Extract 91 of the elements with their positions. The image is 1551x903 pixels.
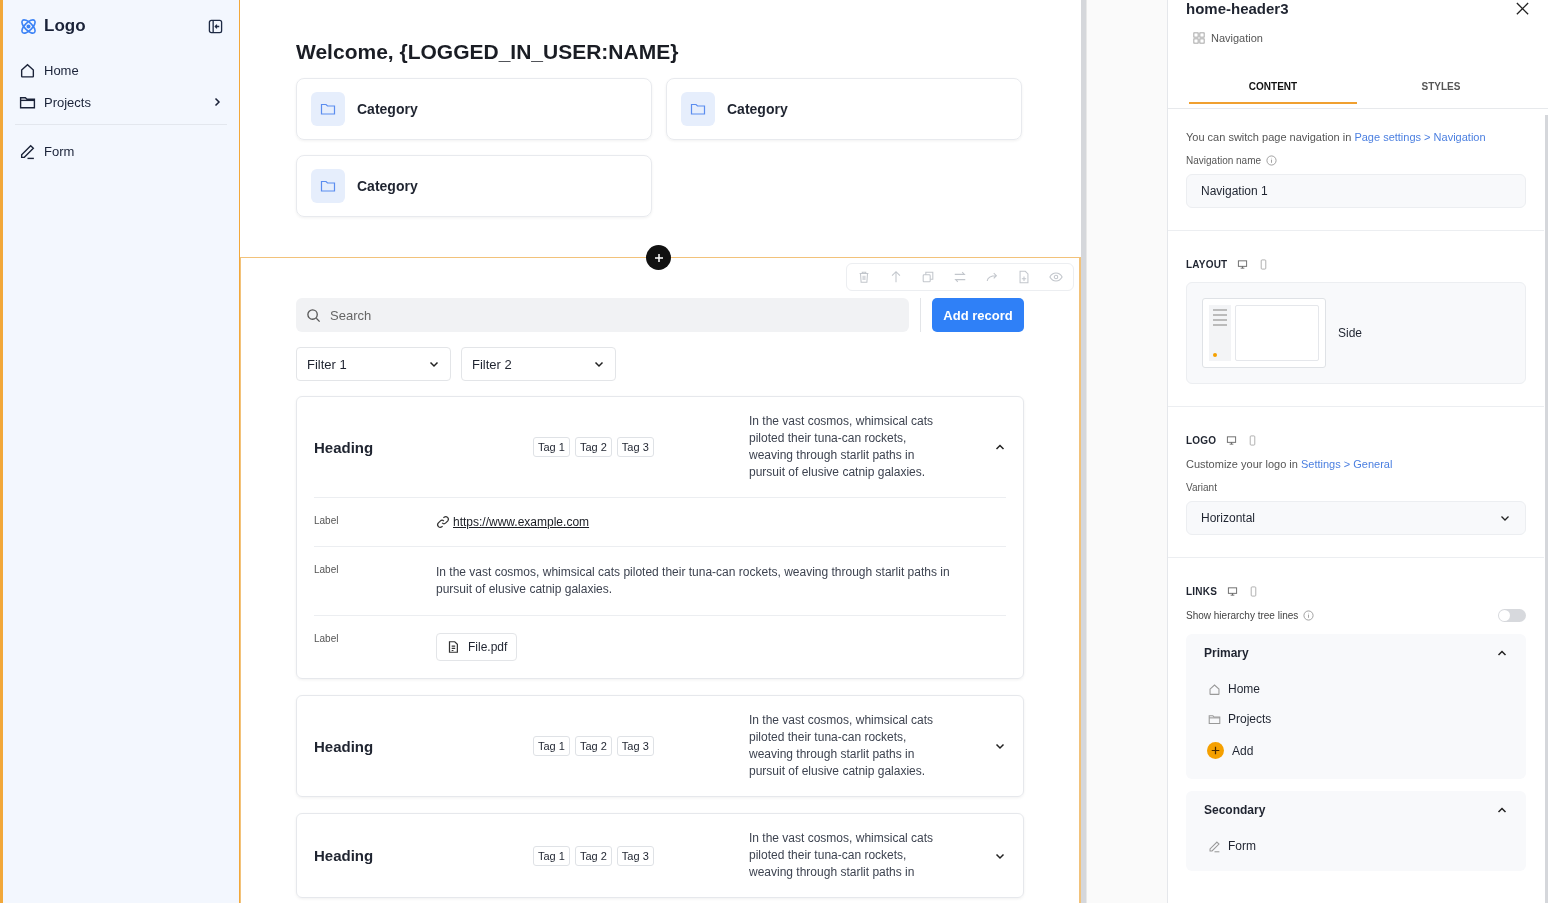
plus-circle-icon [1207, 742, 1224, 759]
home-icon [1208, 682, 1221, 696]
nav-link-item[interactable]: Home [1204, 674, 1508, 704]
pen-icon [19, 142, 36, 160]
tag: Tag 2 [574, 736, 612, 756]
layout-option-label: Side [1338, 326, 1363, 340]
redo-arrow-icon[interactable] [985, 270, 999, 284]
navigation-name-field[interactable]: Navigation 1 [1186, 174, 1526, 208]
swap-icon[interactable] [953, 270, 967, 284]
tag: Tag 3 [616, 736, 654, 756]
grid-icon [1193, 32, 1205, 44]
pen-icon [1208, 839, 1221, 853]
folder-icon [1208, 712, 1221, 726]
scrollbar[interactable] [1081, 0, 1086, 903]
panel-title: home-header3 [1186, 0, 1289, 18]
close-icon[interactable] [1515, 1, 1530, 17]
record-description: In the vast cosmos, whimsical cats piloted their tuna-can rockets, weaving through starlit paths in [749, 830, 935, 881]
duplicate-icon[interactable] [921, 270, 935, 284]
record-description: In the vast cosmos, whimsical cats piloted their tuna-can rockets, weaving through starlit paths in pursuit of elusive catnip galaxies. [749, 413, 935, 481]
nav-link-item[interactable]: Projects [1204, 704, 1508, 734]
search-icon [306, 308, 321, 323]
page-settings-link[interactable]: Page settings > Navigation [1354, 131, 1486, 143]
desktop-icon[interactable] [1237, 259, 1249, 270]
layout-option-card[interactable]: Side [1186, 282, 1526, 384]
sidebar-item[interactable]: Home [19, 54, 223, 86]
record-description: In the vast cosmos, whimsical cats piloted their tuna-can rockets, weaving through starlit paths in pursuit of elusive catnip galaxies. [749, 712, 935, 780]
tag: Tag 1 [533, 736, 570, 756]
panel-tab[interactable]: CONTENT [1189, 70, 1357, 104]
tag: Tag 2 [574, 845, 612, 866]
field-label: Navigation name [1186, 155, 1262, 166]
file-attachment-button[interactable]: File.pdf [436, 633, 518, 661]
section-heading: LAYOUT [1186, 259, 1228, 270]
category-card[interactable]: Category [296, 78, 652, 140]
file-plus-icon[interactable] [1017, 270, 1031, 284]
settings-link[interactable]: Settings > General [1300, 458, 1393, 470]
add-record-button[interactable]: Add record [932, 298, 1024, 332]
sidebar-item[interactable]: Projects [19, 86, 223, 118]
folder-icon [311, 92, 345, 126]
arrow-up-icon[interactable] [889, 270, 903, 284]
record-heading: Heading [314, 438, 375, 456]
info-note: Customize your logo in Settings > General [1186, 458, 1394, 470]
info-note: You can switch page navigation in Page settings > Navigation [1186, 131, 1487, 143]
variant-dropdown[interactable]: Horizontal [1186, 501, 1526, 535]
logo-text: Logo [44, 16, 87, 36]
add-block-button[interactable] [646, 245, 671, 270]
tag: Tag 1 [533, 437, 570, 457]
search-field[interactable]: Search [296, 298, 909, 332]
panel-tab[interactable]: STYLES [1357, 70, 1525, 104]
filter-dropdown[interactable]: Filter 2 [461, 347, 616, 381]
info-icon [1266, 155, 1278, 166]
home-icon [19, 61, 36, 79]
field-label: Label [314, 633, 340, 644]
plus-icon [652, 251, 665, 264]
toggle-switch[interactable] [1498, 609, 1526, 622]
info-icon [1303, 610, 1315, 621]
tag: Tag 1 [533, 845, 570, 866]
toggle-label: Show hierarchy tree lines [1186, 610, 1299, 621]
section-heading: LINKS [1186, 586, 1217, 597]
sidebar-item[interactable]: Form [19, 135, 223, 167]
record-heading: Heading [314, 847, 375, 864]
section-heading: LOGO [1186, 435, 1217, 446]
folder-icon [311, 169, 345, 203]
tag: Tag 3 [616, 437, 654, 457]
document-icon [446, 640, 460, 654]
group-title: Secondary [1204, 803, 1266, 817]
desktop-icon[interactable] [1226, 435, 1238, 446]
field-label: Label [314, 515, 340, 526]
folder-icon [681, 92, 715, 126]
category-card[interactable]: Category [666, 78, 1022, 140]
field-label: Label [314, 564, 340, 575]
scrollbar[interactable] [1545, 115, 1548, 903]
link-icon [436, 515, 450, 529]
collapse-sidebar-icon[interactable] [208, 18, 223, 34]
mobile-icon[interactable] [1248, 586, 1259, 597]
page-title: Welcome, {LOGGED_IN_USER:NAME} [296, 40, 680, 64]
field-value: In the vast cosmos, whimsical cats piloted their tuna-can rockets, weaving through starlit paths in pursuit of elusive catnip galaxies. [436, 564, 951, 598]
category-card[interactable]: Category [296, 155, 652, 217]
field-link[interactable]: https://www.example.com [453, 515, 590, 529]
nav-link-item[interactable]: Form [1204, 831, 1508, 861]
record-heading: Heading [314, 737, 375, 755]
add-link-button[interactable]: Add [1207, 742, 1254, 759]
trash-icon[interactable] [857, 270, 871, 284]
tag: Tag 3 [616, 845, 654, 866]
desktop-icon[interactable] [1227, 586, 1238, 597]
eye-icon[interactable] [1049, 270, 1063, 284]
component-type: Navigation [1211, 32, 1263, 44]
group-title: Primary [1204, 646, 1249, 660]
tag: Tag 2 [574, 437, 612, 457]
atom-logo-icon [19, 16, 38, 36]
field-label: Variant [1186, 482, 1217, 493]
filter-dropdown[interactable]: Filter 1 [296, 347, 451, 381]
